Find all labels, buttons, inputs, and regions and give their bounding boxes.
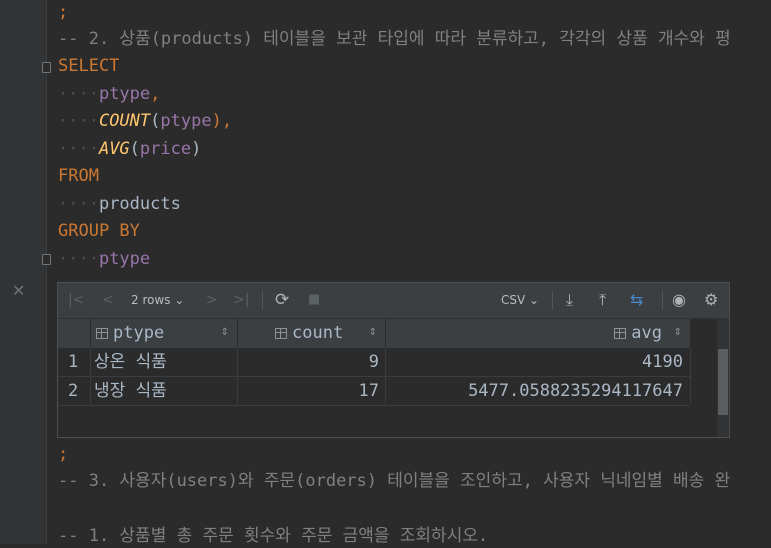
chevron-down-icon: ⌄ [529,293,540,307]
comment-line: -- 1. 상품별 총 주문 횟수와 주문 금액을 조회하시오. [58,526,489,546]
column-label: ptype [113,323,165,343]
export-format-dropdown[interactable]: CSV ⌄ [501,293,539,307]
close-icon[interactable]: ✕ [12,282,25,300]
grid-line [58,405,690,406]
grid-line [690,347,691,405]
cell-avg[interactable]: 4190 [386,348,683,376]
fold-marker-icon[interactable] [42,254,51,265]
code-line: ····ptype [58,249,151,269]
compare-icon[interactable]: ⇆ [630,291,643,309]
code-line: FROM [58,166,99,186]
column-header-count[interactable]: count ⇕ [238,319,385,347]
comment-line: -- 2. 상품(products) 테이블을 보관 타입에 따라 분류하고, … [58,29,731,49]
fold-marker-icon[interactable] [42,62,51,73]
column-label: avg [631,323,662,343]
first-page-icon[interactable]: |< [68,291,84,309]
column-header-ptype[interactable]: ptype ⇕ [91,319,237,347]
export-format-label: CSV [501,293,526,307]
code-line: SELECT [58,56,120,76]
gutter-divider [46,0,47,544]
sort-icon[interactable]: ⇕ [369,319,377,347]
code-line: GROUP BY [58,221,140,241]
cell-count[interactable]: 17 [238,377,379,405]
cell-avg[interactable]: 5477.0588235294117647 [386,377,683,405]
upload-icon[interactable]: ⤒ [599,291,606,309]
settings-icon[interactable]: ⚙ [704,291,718,309]
row-number-header [58,319,90,347]
code-line: ····COUNT(ptype), [58,111,233,131]
column-header-avg[interactable]: avg ⇕ [386,319,690,347]
refresh-icon[interactable]: ⟳ [275,291,289,309]
scrollbar-thumb[interactable] [718,349,728,415]
next-page-icon[interactable]: > [206,291,218,309]
table-column-icon [614,328,627,339]
table-column-icon [275,328,287,339]
row-count-label: 2 rows [131,293,171,307]
sort-icon[interactable]: ⇕ [674,319,682,347]
sort-icon[interactable]: ⇕ [221,319,229,347]
row-number: 1 [68,352,79,372]
row-number: 2 [68,381,79,401]
code-line: ; [58,2,69,22]
code-line: ····ptype, [58,84,161,104]
download-icon[interactable]: ⤓ [566,291,573,309]
stop-icon[interactable]: ■ [308,291,320,309]
chevron-down-icon: ⌄ [174,293,185,307]
toolbar-divider [552,291,553,310]
code-line: ; [58,444,69,464]
result-toolbar: |< < 2 rows ⌄ > >| ⟳ ■ CSV ⌄ ⤓ ⤒ ⇆ ◉ ⚙ [58,283,729,319]
editor-gutter [0,0,46,544]
row-count-dropdown[interactable]: 2 rows ⌄ [131,293,184,307]
view-icon[interactable]: ◉ [672,291,686,309]
code-line: ····products [58,194,181,214]
cell-ptype[interactable]: 상온 식품 [94,348,167,376]
cell-count[interactable]: 9 [238,348,379,376]
code-line: ····AVG(price) [58,139,202,159]
toolbar-divider [262,291,263,310]
table-column-icon [96,328,108,339]
column-label: count [292,323,344,343]
query-result-panel: |< < 2 rows ⌄ > >| ⟳ ■ CSV ⌄ ⤓ ⤒ ⇆ ◉ ⚙ p… [57,282,730,438]
cell-ptype[interactable]: 냉장 식품 [94,377,167,405]
grid-line [90,347,91,405]
prev-page-icon[interactable]: < [102,291,114,309]
last-page-icon[interactable]: >| [233,291,249,309]
toolbar-divider [662,291,663,310]
comment-line: -- 3. 사용자(users)와 주문(orders) 테이블을 조인하고, … [58,471,731,491]
